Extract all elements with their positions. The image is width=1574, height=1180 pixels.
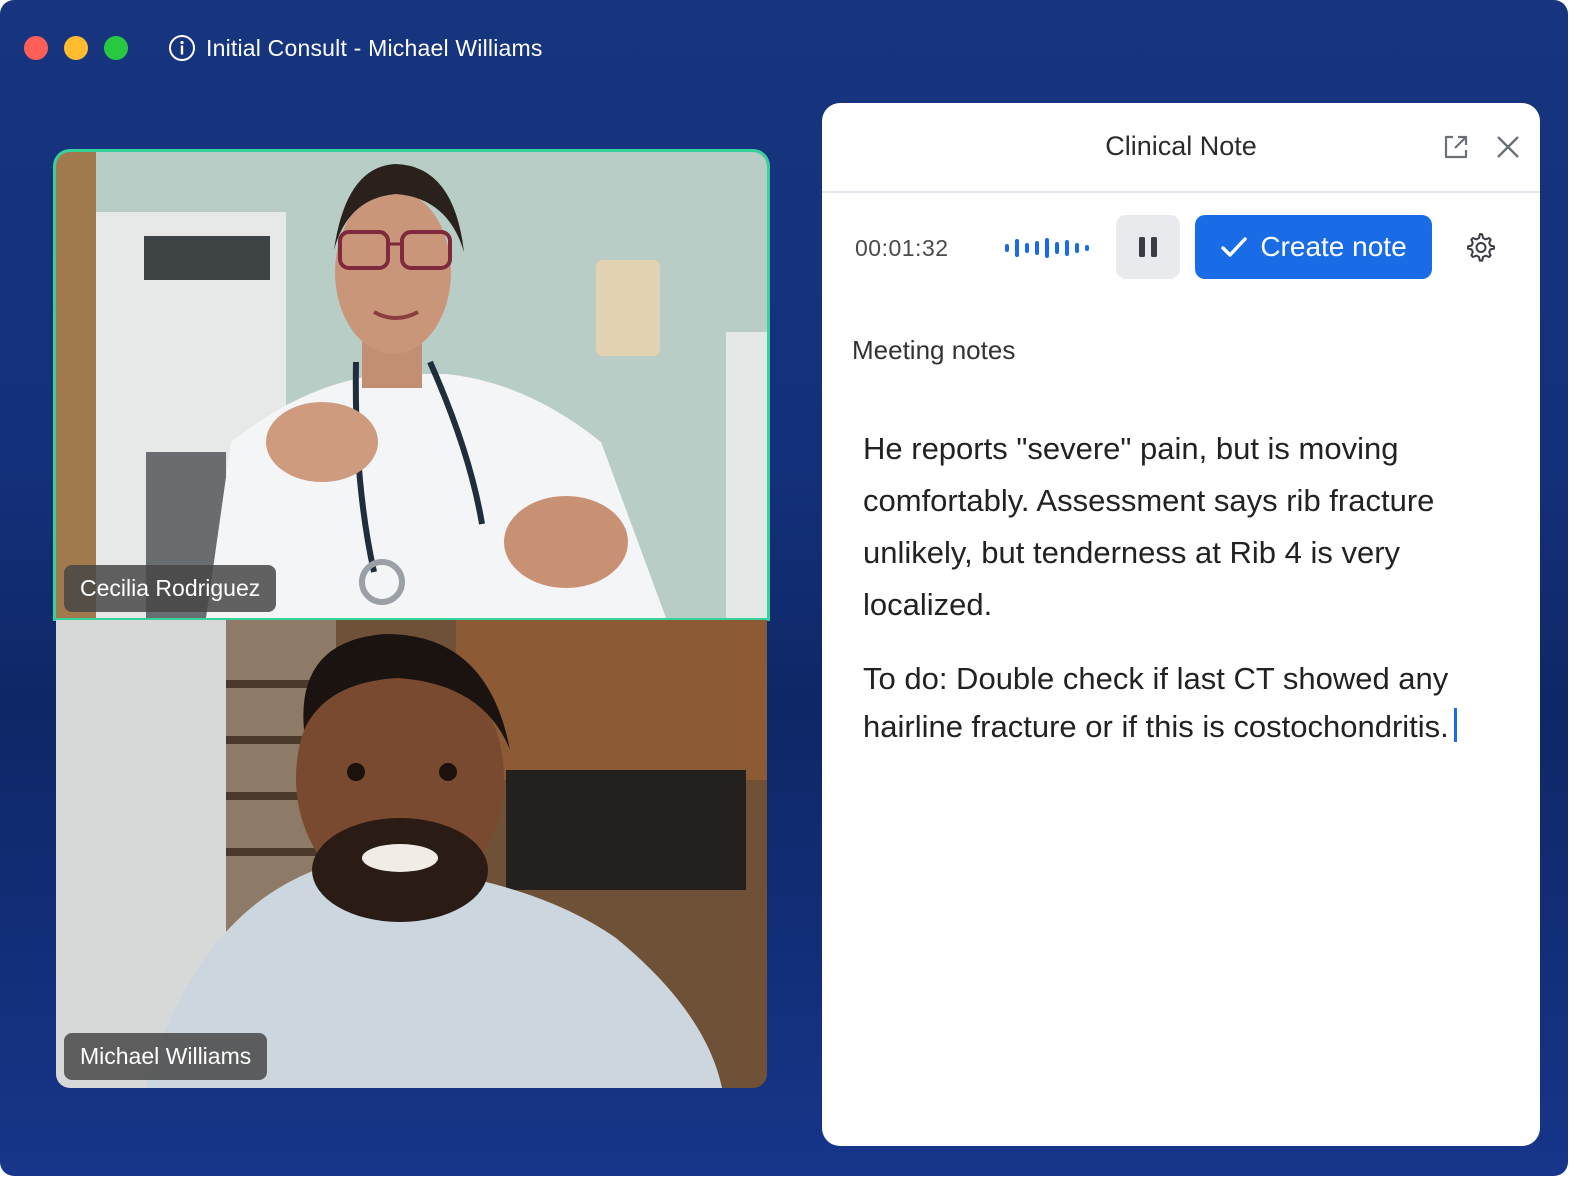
info-icon[interactable]	[168, 34, 196, 62]
audio-wave-icon	[1005, 238, 1089, 258]
patient-video-feed	[56, 620, 767, 1088]
note-editor[interactable]: He reports "severe" pain, but is moving …	[863, 423, 1503, 751]
clinician-video-feed	[56, 152, 767, 618]
note-paragraph: He reports "severe" pain, but is moving …	[863, 431, 1435, 622]
external-link-icon[interactable]	[1440, 131, 1472, 163]
note-paragraph-text: To do: Double check if last CT showed an…	[863, 661, 1449, 744]
close-icon[interactable]	[1492, 131, 1524, 163]
participant-name-tag: Michael Williams	[64, 1033, 268, 1080]
text-cursor	[1453, 708, 1457, 742]
panel-header: Clinical Note	[822, 103, 1540, 193]
pause-icon	[1139, 237, 1157, 257]
window-zoom-button[interactable]	[104, 36, 128, 60]
app-window: Initial Consult - Michael Williams Cecil…	[0, 0, 1568, 1176]
clinical-note-panel: Clinical Note 00:01:32 Create note Meeti…	[822, 103, 1540, 1146]
note-paragraph-last: To do: Double check if last CT showed an…	[863, 655, 1503, 751]
window-title: Initial Consult - Michael Williams	[206, 34, 543, 61]
window-close-button[interactable]	[24, 36, 48, 60]
meeting-notes-label: Meeting notes	[852, 335, 1016, 365]
checkmark-icon	[1221, 237, 1248, 257]
window-minimize-button[interactable]	[64, 36, 88, 60]
video-tile-clinician[interactable]: Cecilia Rodriguez	[56, 152, 767, 618]
recording-toolbar: 00:01:32 Create note	[822, 215, 1540, 281]
recording-timer: 00:01:32	[855, 235, 949, 261]
window-title-bar: Initial Consult - Michael Williams	[168, 32, 543, 64]
gear-icon[interactable]	[1464, 231, 1496, 263]
video-tile-patient[interactable]: Michael Williams	[56, 620, 767, 1088]
panel-title: Clinical Note	[1105, 131, 1257, 161]
create-note-button[interactable]: Create note	[1195, 215, 1432, 279]
participant-name-tag: Cecilia Rodriguez	[64, 565, 277, 612]
create-note-label: Create note	[1260, 231, 1407, 262]
pause-button[interactable]	[1116, 215, 1180, 279]
